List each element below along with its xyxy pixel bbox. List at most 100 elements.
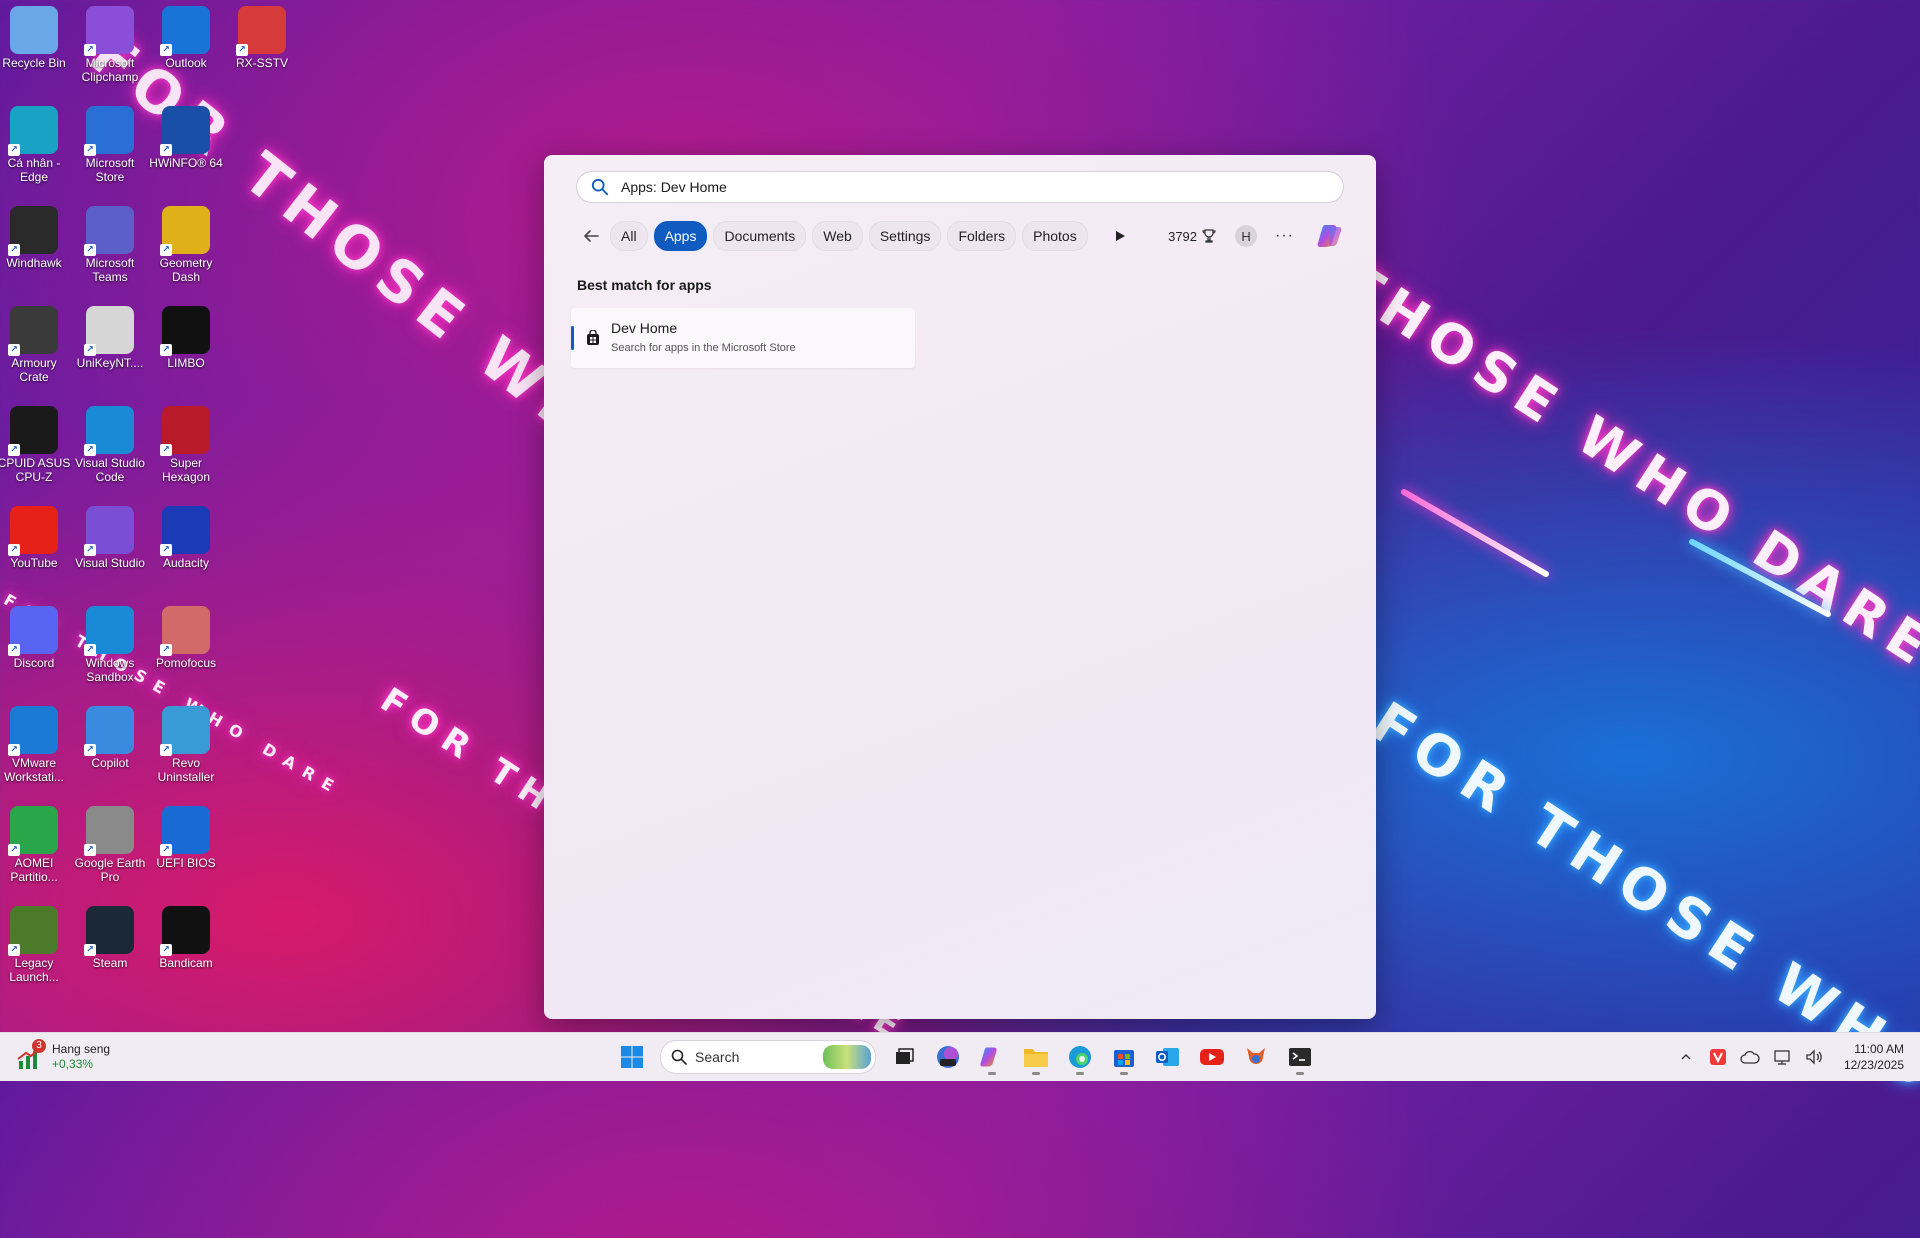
- vivaldi-icon: [1709, 1049, 1726, 1065]
- desktop-icon[interactable]: ↗ YouTube: [0, 502, 72, 600]
- desktop-icon-label: Super Hexagon: [161, 456, 211, 484]
- desktop-icon[interactable]: ↗ UniKeyNT....: [72, 302, 148, 400]
- desktop-icon[interactable]: ↗ Cá nhân - Edge: [0, 102, 72, 200]
- desktop-icon-label: Legacy Launch...: [9, 956, 59, 984]
- best-match-result[interactable]: Dev Home Search for apps in the Microsof…: [571, 308, 915, 368]
- clock[interactable]: 11:00 AM 12/23/2025: [1844, 1041, 1904, 1073]
- search-icon: [671, 1049, 687, 1065]
- back-button[interactable]: [576, 221, 606, 251]
- desktop-icon[interactable]: ↗ LIMBO: [148, 302, 224, 400]
- shortcut-arrow-icon: ↗: [160, 744, 172, 756]
- shortcut-arrow-icon: ↗: [160, 944, 172, 956]
- shortcut-arrow-icon: ↗: [160, 544, 172, 556]
- shortcut-arrow-icon: ↗: [160, 644, 172, 656]
- desktop-icon[interactable]: ↗ Copilot: [72, 702, 148, 800]
- desktop-icon-label: Outlook: [165, 56, 207, 70]
- uefi-bios-icon: ↗: [160, 806, 210, 856]
- desktop-icon[interactable]: ↗ VMware Workstati...: [0, 702, 72, 800]
- more-filters-button[interactable]: [1108, 224, 1132, 248]
- shortcut-arrow-icon: ↗: [84, 944, 96, 956]
- desktop-icon[interactable]: ↗ Geometry Dash: [148, 202, 224, 300]
- taskbar-store-button[interactable]: [1104, 1037, 1144, 1077]
- running-indicator: [1296, 1072, 1304, 1075]
- wallpaper-light-beam: [1399, 487, 1551, 579]
- running-indicator: [1032, 1072, 1040, 1075]
- shortcut-arrow-icon: ↗: [84, 644, 96, 656]
- store-icon: ↗: [84, 106, 134, 156]
- desktop-icon[interactable]: ↗ Windhawk: [0, 202, 72, 300]
- desktop-icon[interactable]: ↗ UEFI BIOS: [148, 802, 224, 900]
- desktop-icon[interactable]: ↗ AOMEI Partitio...: [0, 802, 72, 900]
- search-box[interactable]: [576, 171, 1344, 203]
- account-avatar[interactable]: H: [1235, 225, 1258, 247]
- desktop-icon[interactable]: ↗ Legacy Launch...: [0, 902, 72, 1000]
- filter-chip-settings[interactable]: Settings: [868, 221, 942, 251]
- task-view-button[interactable]: [884, 1037, 924, 1077]
- desktop-icon[interactable]: ↗ Revo Uninstaller: [148, 702, 224, 800]
- network-button[interactable]: [1768, 1043, 1796, 1071]
- desktop-icon-label: Discord: [13, 656, 55, 670]
- taskbar-app-button[interactable]: [1236, 1037, 1276, 1077]
- filter-chip-all[interactable]: All: [610, 221, 648, 251]
- taskbar-terminal-button[interactable]: [1280, 1037, 1320, 1077]
- desktop-icon-label: Microsoft Teams: [85, 256, 135, 284]
- desktop-icon[interactable]: ↗ HWiNFO® 64: [148, 102, 224, 200]
- desktop-icon[interactable]: ↗ Super Hexagon: [148, 402, 224, 500]
- copilot-icon[interactable]: [1316, 221, 1346, 251]
- taskbar-youtube-button[interactable]: [1192, 1037, 1232, 1077]
- shortcut-arrow-icon: ↗: [84, 744, 96, 756]
- task-view-icon: [896, 1048, 914, 1064]
- desktop-icon[interactable]: ↗ Armoury Crate: [0, 302, 72, 400]
- desktop-icon[interactable]: Recycle Bin: [0, 2, 72, 100]
- trophy-icon[interactable]: [1201, 228, 1217, 244]
- taskbar-file-explorer-button[interactable]: [1016, 1037, 1056, 1077]
- notification-badge: 3: [32, 1039, 46, 1053]
- desktop-icon[interactable]: ↗ Google Earth Pro: [72, 802, 148, 900]
- taskbar-outlook-button[interactable]: [1148, 1037, 1188, 1077]
- taskbar-copilot-button[interactable]: [972, 1037, 1012, 1077]
- filter-chip-documents[interactable]: Documents: [713, 221, 807, 251]
- shortcut-arrow-icon: ↗: [8, 544, 20, 556]
- filter-chip-photos[interactable]: Photos: [1022, 221, 1088, 251]
- youtube-icon: ↗: [8, 506, 58, 556]
- aomei-icon: ↗: [8, 806, 58, 856]
- wallpaper-slogan: FOR THOSE WHO DARE: [1359, 690, 1920, 1238]
- rewards-points[interactable]: 3792: [1168, 229, 1197, 244]
- tray-app-button[interactable]: [1704, 1043, 1732, 1071]
- desktop-icon[interactable]: ↗ Windows Sandbox: [72, 602, 148, 700]
- desktop-icon[interactable]: ↗ Outlook: [148, 2, 224, 100]
- desktop-icon[interactable]: ↗ Bandicam: [148, 902, 224, 1000]
- desktop-icon[interactable]: ↗ Audacity: [148, 502, 224, 600]
- filter-chip-apps[interactable]: Apps: [653, 221, 708, 251]
- onedrive-button[interactable]: [1736, 1043, 1764, 1071]
- taskbar-search-box[interactable]: Search: [660, 1040, 876, 1074]
- desktop-icon[interactable]: ↗ CPUID ASUS CPU-Z: [0, 402, 72, 500]
- desktop-icon[interactable]: ↗ Pomofocus: [148, 602, 224, 700]
- taskbar-m365-button[interactable]: [928, 1037, 968, 1077]
- show-hidden-icons-button[interactable]: [1672, 1043, 1700, 1071]
- widget-value: +0,33%: [52, 1057, 94, 1071]
- desktop-icon[interactable]: ↗ Visual Studio Code: [72, 402, 148, 500]
- desktop-icon[interactable]: ↗ Discord: [0, 602, 72, 700]
- filter-chip-web[interactable]: Web: [812, 221, 863, 251]
- desktop-icon[interactable]: ↗ Microsoft Store: [72, 102, 148, 200]
- desktop-icon-label: Bandicam: [159, 956, 213, 970]
- widgets-button[interactable]: 3 Hang seng +0,33%: [16, 1039, 110, 1073]
- filter-chip-folders[interactable]: Folders: [947, 221, 1017, 251]
- steam-icon: ↗: [84, 906, 134, 956]
- more-options-button[interactable]: ···: [1275, 227, 1294, 245]
- desktop-icon-label: Windhawk: [6, 256, 62, 270]
- desktop-icon[interactable]: ↗ Microsoft Clipchamp: [72, 2, 148, 100]
- desktop-icon[interactable]: ↗ RX-SSTV: [224, 2, 300, 100]
- teams-icon: ↗: [84, 206, 134, 256]
- desktop-icon-label: Recycle Bin: [2, 56, 66, 70]
- taskbar-edge-button[interactable]: [1060, 1037, 1100, 1077]
- start-button[interactable]: [612, 1037, 652, 1077]
- desktop-icon[interactable]: ↗ Steam: [72, 902, 148, 1000]
- search-input[interactable]: [619, 178, 1323, 196]
- limbo-icon: ↗: [160, 306, 210, 356]
- desktop-icon[interactable]: ↗ Microsoft Teams: [72, 202, 148, 300]
- desktop-icon[interactable]: ↗ Visual Studio: [72, 502, 148, 600]
- volume-button[interactable]: [1800, 1043, 1828, 1071]
- shortcut-arrow-icon: ↗: [8, 244, 20, 256]
